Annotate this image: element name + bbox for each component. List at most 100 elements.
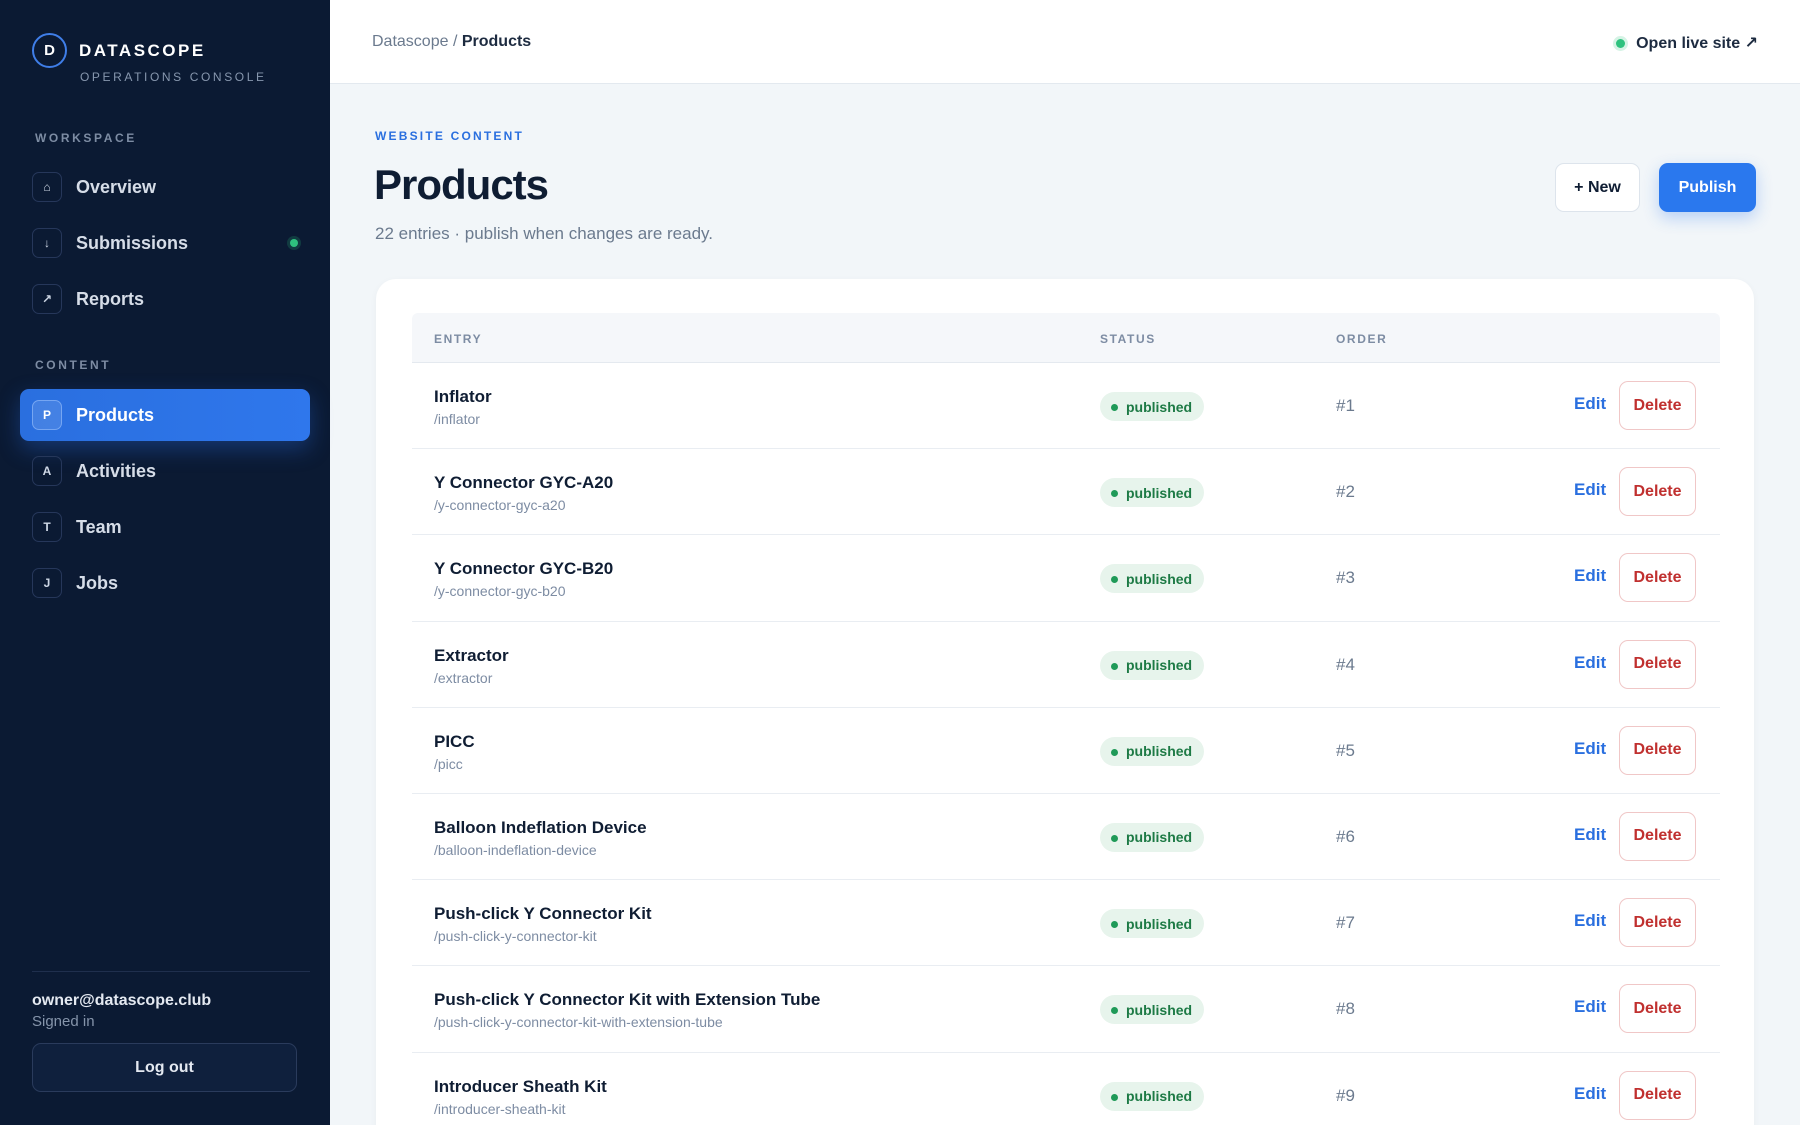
entry-order: #3 <box>1336 568 1355 588</box>
table-row: Y Connector GYC-A20/y-connector-gyc-a20 p… <box>412 449 1720 536</box>
delete-button[interactable]: Delete <box>1619 725 1696 775</box>
entry-name: Push-click Y Connector Kit <box>434 904 652 924</box>
column-header-entry: ENTRY <box>434 332 483 346</box>
entry-order: #2 <box>1336 482 1355 502</box>
nav-section-content: CONTENT <box>35 358 112 372</box>
sidebar-divider <box>32 971 310 972</box>
sidebar-item-label: Activities <box>76 460 157 481</box>
table-row: Y Connector GYC-B20/y-connector-gyc-b20 p… <box>412 535 1720 622</box>
sidebar-item-submissions[interactable]: ↓ Submissions <box>20 217 310 269</box>
status-badge: published <box>1100 1081 1205 1111</box>
entry-slug: /extractor <box>434 669 493 686</box>
status-badge: published <box>1100 995 1205 1025</box>
edit-button[interactable]: Edit <box>1574 566 1606 586</box>
edit-button[interactable]: Edit <box>1574 911 1606 931</box>
sidebar-item-label: Products <box>76 404 155 425</box>
entry-slug: /inflator <box>434 411 480 427</box>
products-letter-icon: P <box>32 400 62 430</box>
status-badge: published <box>1100 650 1205 680</box>
entry-order: #5 <box>1336 740 1355 760</box>
edit-button[interactable]: Edit <box>1574 394 1606 414</box>
edit-button[interactable]: Edit <box>1574 739 1606 759</box>
new-activity-indicator <box>290 239 298 247</box>
entry-name: Inflator <box>434 387 492 406</box>
topbar: Datascope / Products Open live site ↗ <box>330 0 1800 84</box>
entry-slug: /push-click-y-connector-kit-with-extensi… <box>434 1014 723 1031</box>
sidebar-item-reports[interactable]: ↗ Reports <box>20 273 310 325</box>
jobs-letter-icon: J <box>32 568 62 598</box>
user-status: Signed in <box>32 1013 95 1030</box>
column-header-status: STATUS <box>1100 332 1156 346</box>
entry-slug: /push-click-y-connector-kit <box>434 928 597 945</box>
status-badge: published <box>1100 736 1205 766</box>
entry-name: Y Connector GYC-A20 <box>434 473 614 493</box>
column-header-order: ORDER <box>1336 332 1388 346</box>
delete-button[interactable]: Delete <box>1619 811 1696 861</box>
delete-button[interactable]: Delete <box>1619 1070 1696 1120</box>
table-body: Inflator/inflator published #1 Edit Delete Y … <box>412 363 1720 1125</box>
live-status-dot <box>1616 38 1626 48</box>
table-row: Inflator/inflator published #1 Edit Delete <box>412 363 1720 450</box>
table-row: Extractor/extractor published #4 Edit Delete <box>412 622 1720 708</box>
edit-button[interactable]: Edit <box>1574 1084 1606 1104</box>
sidebar: D DATASCOPE OPERATIONS CONSOLE WORKSPACE… <box>0 0 330 1125</box>
entry-name: Introducer Sheath Kit <box>434 1076 607 1096</box>
sidebar-item-jobs[interactable]: J Jobs <box>20 557 310 609</box>
open-live-site-label: Open live site ↗ <box>1636 35 1758 52</box>
edit-button[interactable]: Edit <box>1574 997 1606 1017</box>
entry-order: #6 <box>1336 826 1355 846</box>
sidebar-item-label: Overview <box>76 176 157 197</box>
open-live-site-link[interactable]: Open live site ↗ <box>1616 33 1758 53</box>
edit-button[interactable]: Edit <box>1574 653 1606 673</box>
breadcrumb-root[interactable]: Datascope <box>372 33 449 50</box>
breadcrumb-current: Products <box>461 33 532 50</box>
sidebar-item-products[interactable]: P Products <box>20 389 310 441</box>
sidebar-item-label: Jobs <box>76 572 119 593</box>
entry-order: #8 <box>1336 999 1355 1019</box>
table-row: Push-click Y Connector Kit with Extensio… <box>412 966 1720 1053</box>
sidebar-item-team[interactable]: T Team <box>20 501 310 553</box>
delete-button[interactable]: Delete <box>1619 553 1696 603</box>
status-badge: published <box>1100 909 1205 939</box>
table-row: Introducer Sheath Kit/introducer-sheath-… <box>412 1053 1720 1125</box>
entry-slug: /y-connector-gyc-a20 <box>434 497 566 514</box>
entry-order: #9 <box>1336 1085 1355 1105</box>
entry-name: Y Connector GYC-B20 <box>434 559 614 579</box>
entry-order: #1 <box>1336 396 1355 415</box>
delete-button[interactable]: Delete <box>1619 381 1696 430</box>
activities-letter-icon: A <box>32 456 62 486</box>
brand: D DATASCOPE <box>32 33 206 68</box>
brand-subtitle: OPERATIONS CONSOLE <box>80 70 267 84</box>
entry-name: Push-click Y Connector Kit with Extensio… <box>434 990 821 1010</box>
sidebar-item-overview[interactable]: ⌂ Overview <box>20 161 310 213</box>
status-badge: published <box>1100 822 1205 852</box>
delete-button[interactable]: Delete <box>1619 639 1696 689</box>
status-badge: published <box>1100 392 1205 421</box>
entry-slug: /introducer-sheath-kit <box>434 1100 566 1117</box>
status-badge: published <box>1100 564 1205 594</box>
breadcrumb-separator: / <box>448 33 462 50</box>
edit-button[interactable]: Edit <box>1574 825 1606 845</box>
sidebar-item-label: Reports <box>76 288 145 309</box>
user-email: owner@datascope.club <box>32 992 212 1009</box>
entry-slug: /y-connector-gyc-b20 <box>434 583 566 600</box>
new-entry-button[interactable]: + New <box>1555 163 1640 212</box>
entry-order: #4 <box>1336 654 1355 674</box>
status-badge: published <box>1100 478 1205 508</box>
delete-button[interactable]: Delete <box>1619 984 1696 1034</box>
entry-name: Balloon Indeflation Device <box>434 817 647 837</box>
delete-button[interactable]: Delete <box>1619 898 1696 948</box>
logout-button[interactable]: Log out <box>32 1043 297 1092</box>
sidebar-item-label: Submissions <box>76 232 189 253</box>
entry-slug: /balloon-indeflation-device <box>434 841 597 858</box>
trend-arrow-icon: ↗ <box>32 284 62 314</box>
page-subtitle: 22 entries · publish when changes are re… <box>375 224 713 243</box>
edit-button[interactable]: Edit <box>1574 480 1606 500</box>
table-row: PICC/picc published #5 Edit Delete <box>412 708 1720 794</box>
entry-name: PICC <box>434 731 475 751</box>
publish-button[interactable]: Publish <box>1659 163 1756 212</box>
sidebar-item-activities[interactable]: A Activities <box>20 445 310 497</box>
breadcrumb: Datascope / Products <box>372 33 531 51</box>
entry-name: Extractor <box>434 645 509 665</box>
delete-button[interactable]: Delete <box>1619 467 1696 517</box>
